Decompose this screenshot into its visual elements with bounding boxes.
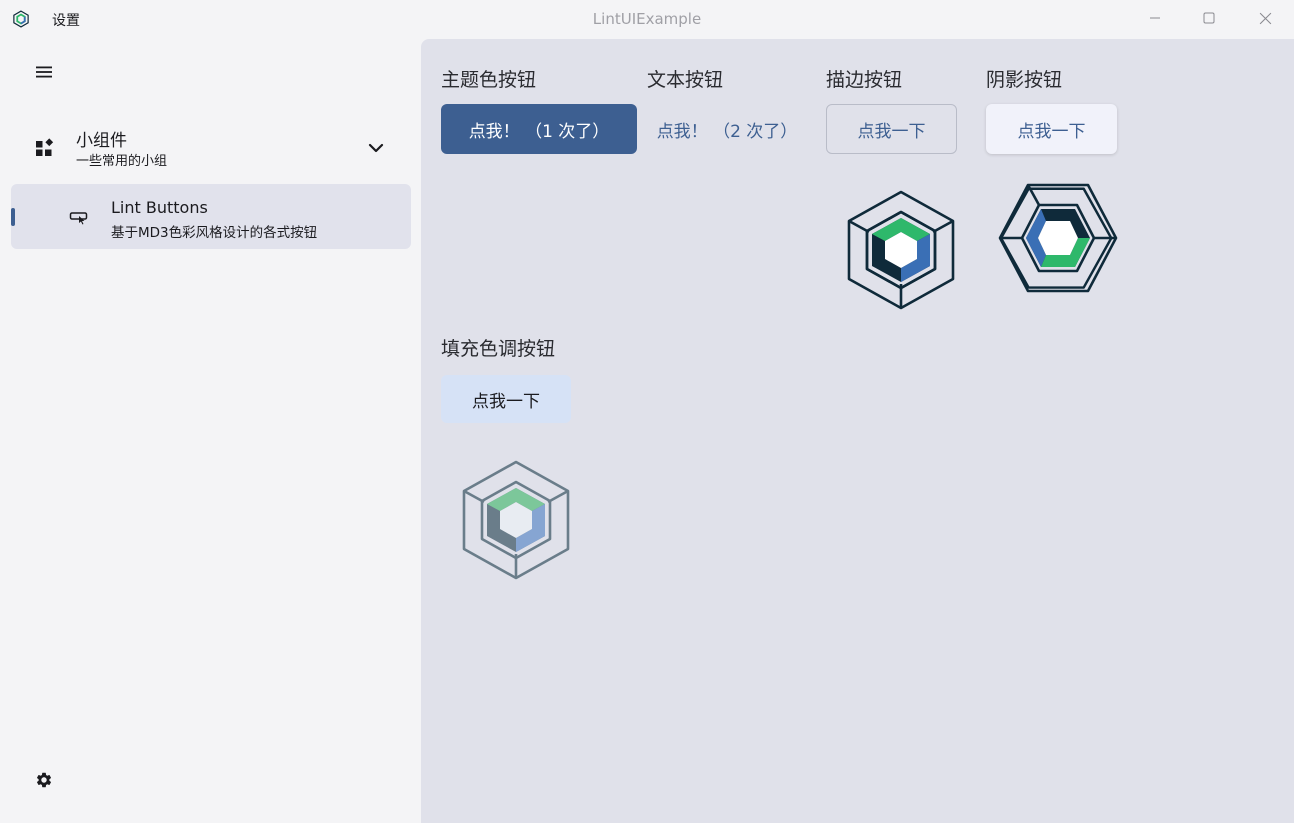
- menu-toggle-button[interactable]: [24, 54, 64, 90]
- theme-button-label: 主题色按钮: [441, 69, 537, 91]
- sidebar-item-subtitle: 基于MD3色彩风格设计的各式按钮: [111, 225, 318, 241]
- close-icon: [1259, 12, 1271, 24]
- selection-indicator: [11, 208, 15, 226]
- sidebar-item-title: Lint Buttons: [111, 198, 208, 217]
- text-button[interactable]: 点我！ （2 次了）: [647, 104, 807, 154]
- tonal-button[interactable]: 点我一下: [441, 375, 571, 423]
- maximize-button[interactable]: [1182, 0, 1236, 36]
- shadow-button-label: 阴影按钮: [986, 69, 1063, 91]
- hexagon-logo-rotated-inner: [998, 183, 1118, 293]
- minimize-icon: [1150, 17, 1160, 19]
- chevron-down-icon[interactable]: [366, 138, 386, 158]
- app-name-title: LintUIExample: [592, 10, 702, 28]
- gear-icon: [36, 772, 52, 788]
- widgets-icon: [36, 138, 54, 156]
- title-bar[interactable]: 设置 LintUIExample: [0, 0, 1294, 38]
- minimize-button[interactable]: [1128, 0, 1182, 36]
- text-button-label: 文本按钮: [647, 69, 724, 91]
- hexagon-logo-icon: [847, 190, 955, 310]
- content-panel: 主题色按钮 文本按钮 描边按钮 阴影按钮 点我！ （1 次了） 点我！ （2 次…: [421, 39, 1294, 823]
- outline-button[interactable]: 点我一下: [826, 104, 957, 154]
- window-title-label: 设置: [52, 13, 80, 29]
- nav-group-widgets[interactable]: 小组件 一些常用的小组: [12, 118, 410, 176]
- hamburger-menu-icon: [36, 66, 52, 78]
- app-window: 设置 LintUIExample 小组件 一些常用的小组 Lint Button…: [0, 0, 1294, 823]
- shadow-button[interactable]: 点我一下: [986, 104, 1117, 154]
- nav-group-title: 小组件: [76, 131, 127, 151]
- nav-group-subtitle: 一些常用的小组: [76, 154, 168, 169]
- maximize-icon: [1203, 12, 1215, 24]
- hexagon-logo-icon: [13, 10, 29, 28]
- hexagon-logo-disabled-icon: [462, 460, 570, 580]
- close-button[interactable]: [1238, 0, 1292, 36]
- theme-color-button[interactable]: 点我！ （1 次了）: [441, 104, 637, 154]
- outline-button-label: 描边按钮: [826, 69, 903, 91]
- tonal-button-label: 填充色调按钮: [441, 338, 556, 360]
- sidebar-item-lint-buttons[interactable]: Lint Buttons 基于MD3色彩风格设计的各式按钮: [11, 184, 411, 249]
- button-cursor-icon: [69, 212, 88, 225]
- settings-button[interactable]: [24, 762, 64, 798]
